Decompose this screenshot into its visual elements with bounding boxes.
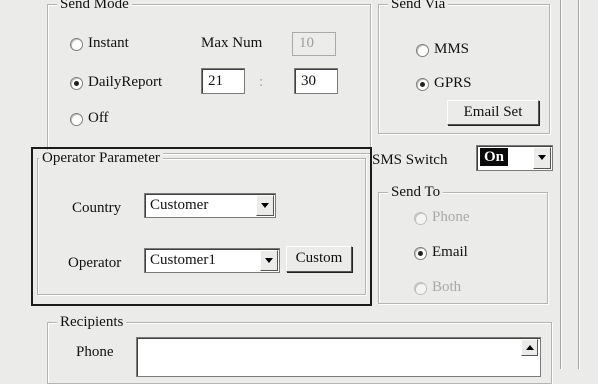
panel-divider-right — [578, 0, 579, 369]
send-via-legend: Send Via — [388, 0, 449, 12]
radio-daily-report-label: DailyReport — [88, 74, 163, 90]
radio-mms-label: MMS — [434, 41, 470, 57]
minute-input[interactable]: 30 — [294, 68, 338, 94]
radio-daily-report[interactable] — [70, 77, 83, 90]
radio-off-label: Off — [88, 110, 109, 126]
max-num-label: Max Num — [201, 35, 263, 51]
radio-phone[interactable] — [414, 212, 427, 225]
operator-parameter-group — [37, 158, 366, 295]
phone-recipients-input[interactable] — [136, 337, 541, 377]
panel-divider-left — [560, 0, 561, 369]
phone-scroll-up-button[interactable] — [521, 339, 538, 356]
sms-switch-dropdown-arrow-icon[interactable] — [533, 147, 551, 169]
radio-instant-label: Instant — [88, 35, 129, 51]
sms-switch-value: On — [480, 148, 509, 166]
send-mode-legend: Send Mode — [57, 0, 132, 12]
radio-gprs[interactable] — [416, 78, 429, 91]
operator-parameter-legend: Operator Parameter — [39, 150, 163, 166]
operator-select-value: Customer1 — [150, 252, 216, 268]
country-dropdown-arrow-icon[interactable] — [256, 195, 274, 216]
radio-gprs-label: GPRS — [434, 75, 472, 91]
radio-email[interactable] — [414, 247, 427, 260]
recipients-legend: Recipients — [57, 314, 127, 330]
phone-label: Phone — [76, 344, 114, 360]
radio-off[interactable] — [70, 113, 83, 126]
country-select[interactable]: Customer — [144, 193, 276, 218]
radio-email-label: Email — [432, 244, 468, 260]
custom-button[interactable]: Custom — [286, 246, 352, 272]
radio-mms[interactable] — [416, 44, 429, 57]
radio-both-label: Both — [432, 279, 462, 295]
radio-instant[interactable] — [70, 38, 83, 51]
max-num-input[interactable]: 10 — [292, 32, 336, 56]
operator-label: Operator — [68, 255, 122, 271]
email-set-button[interactable]: Email Set — [447, 100, 539, 125]
sms-switch-label: SMS Switch — [372, 152, 448, 168]
sms-switch-select[interactable]: On — [476, 145, 553, 171]
time-separator: : — [259, 74, 264, 90]
radio-both[interactable] — [414, 282, 427, 295]
send-to-legend: Send To — [388, 184, 444, 200]
operator-select[interactable]: Customer1 — [144, 248, 280, 273]
radio-phone-label: Phone — [432, 209, 470, 225]
country-select-value: Customer — [150, 197, 209, 213]
operator-dropdown-arrow-icon[interactable] — [260, 250, 278, 271]
hour-input[interactable]: 21 — [201, 68, 245, 94]
country-label: Country — [72, 200, 122, 216]
scroll-up-arrow-icon — [526, 345, 534, 350]
